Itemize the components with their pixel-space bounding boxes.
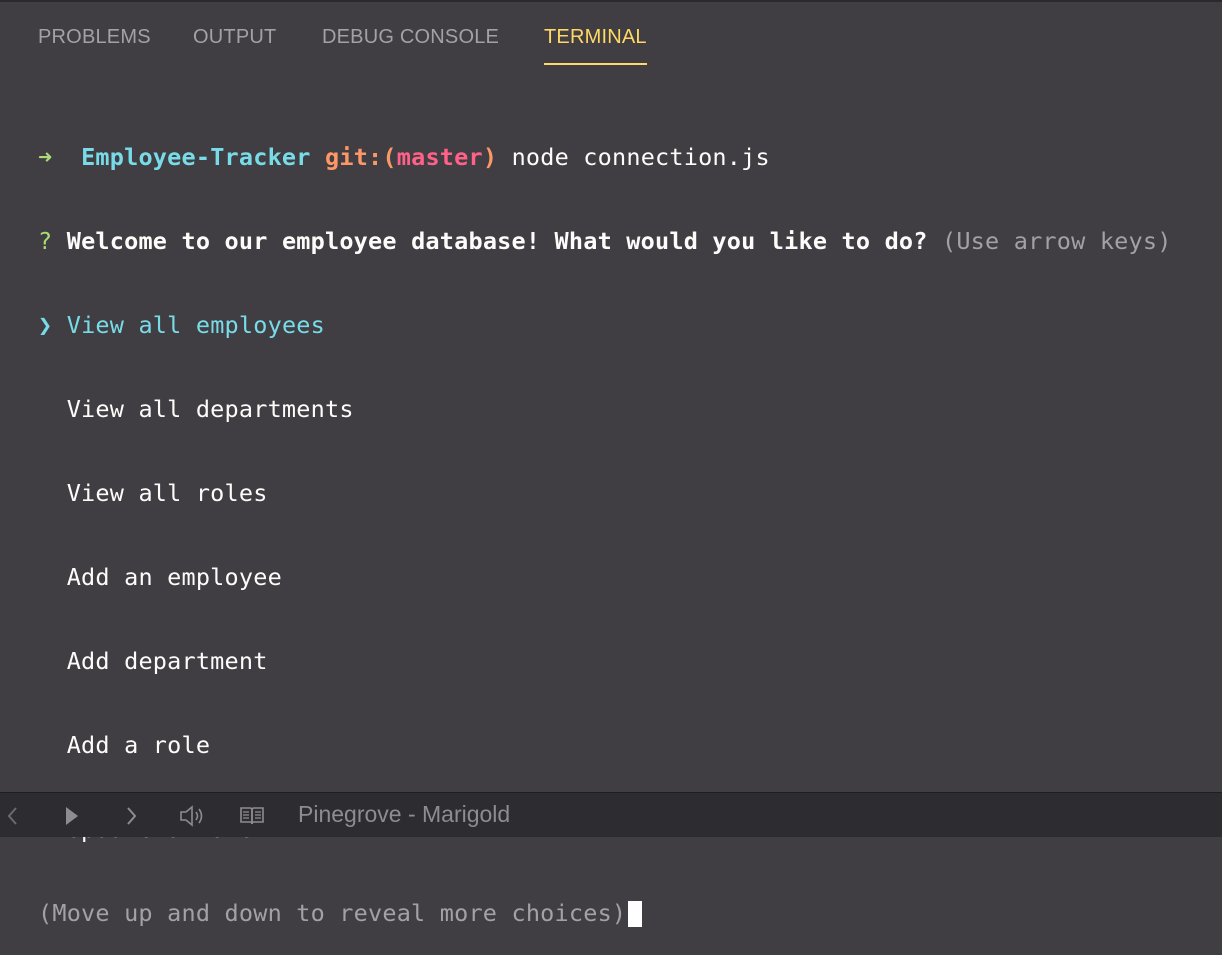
chevron-left-icon[interactable] xyxy=(4,803,22,829)
choice-label: Add an employee xyxy=(66,563,282,591)
choice-item[interactable]: ❯ View all employees xyxy=(38,311,1208,339)
prompt-directory: Employee-Tracker xyxy=(81,143,311,171)
tab-terminal[interactable]: TERMINAL xyxy=(544,26,647,65)
prompt-arrow-icon: ➜ xyxy=(38,143,53,171)
choice-label: View all departments xyxy=(66,395,354,423)
tab-output[interactable]: OUTPUT xyxy=(193,26,276,49)
prompt-command: node connection.js xyxy=(511,143,770,171)
more-choices-line: (Move up and down to reveal more choices… xyxy=(38,899,1208,927)
tab-problems[interactable]: PROBLEMS xyxy=(38,26,151,49)
speaker-icon[interactable] xyxy=(178,803,208,829)
choice-label: View all employees xyxy=(66,311,325,339)
choice-item[interactable]: Add department xyxy=(38,647,1208,675)
question-mark: ? xyxy=(38,227,53,255)
chevron-right-icon[interactable] xyxy=(122,803,140,829)
git-prefix: git:( xyxy=(325,143,397,171)
choice-item[interactable]: Add a role xyxy=(38,731,1208,759)
choice-item[interactable]: Add an employee xyxy=(38,563,1208,591)
choice-item[interactable]: View all roles xyxy=(38,479,1208,507)
selection-pointer-icon: ❯ xyxy=(38,311,53,339)
book-icon[interactable] xyxy=(238,803,266,829)
now-playing-label[interactable]: Pinegrove - Marigold xyxy=(298,801,510,828)
git-suffix: ) xyxy=(482,143,498,171)
question-hint: (Use arrow keys) xyxy=(941,227,1172,255)
play-icon[interactable] xyxy=(62,803,82,829)
prompt-line: ➜ Employee-Tracker git:(master) node con… xyxy=(38,143,1208,171)
terminal-cursor xyxy=(628,901,643,927)
choice-label: Add a role xyxy=(66,731,211,759)
status-bar: Pinegrove - Marigold xyxy=(0,792,1222,837)
more-choices-hint: (Move up and down to reveal more choices… xyxy=(38,899,627,927)
choice-label: View all roles xyxy=(66,479,268,507)
terminal-output[interactable]: ➜ Employee-Tracker git:(master) node con… xyxy=(38,87,1208,927)
tab-debug-console[interactable]: DEBUG CONSOLE xyxy=(322,26,499,49)
question-line: ? Welcome to our employee database! What… xyxy=(38,227,1208,255)
active-tab-indicator xyxy=(544,63,647,65)
choice-item[interactable]: View all departments xyxy=(38,395,1208,423)
git-branch: master xyxy=(396,143,483,171)
question-text: Welcome to our employee database! What w… xyxy=(66,227,928,255)
panel-tabs: PROBLEMS OUTPUT DEBUG CONSOLE TERMINAL xyxy=(0,0,1222,72)
tab-terminal-label: TERMINAL xyxy=(544,26,647,48)
choice-label: Add department xyxy=(66,647,268,675)
